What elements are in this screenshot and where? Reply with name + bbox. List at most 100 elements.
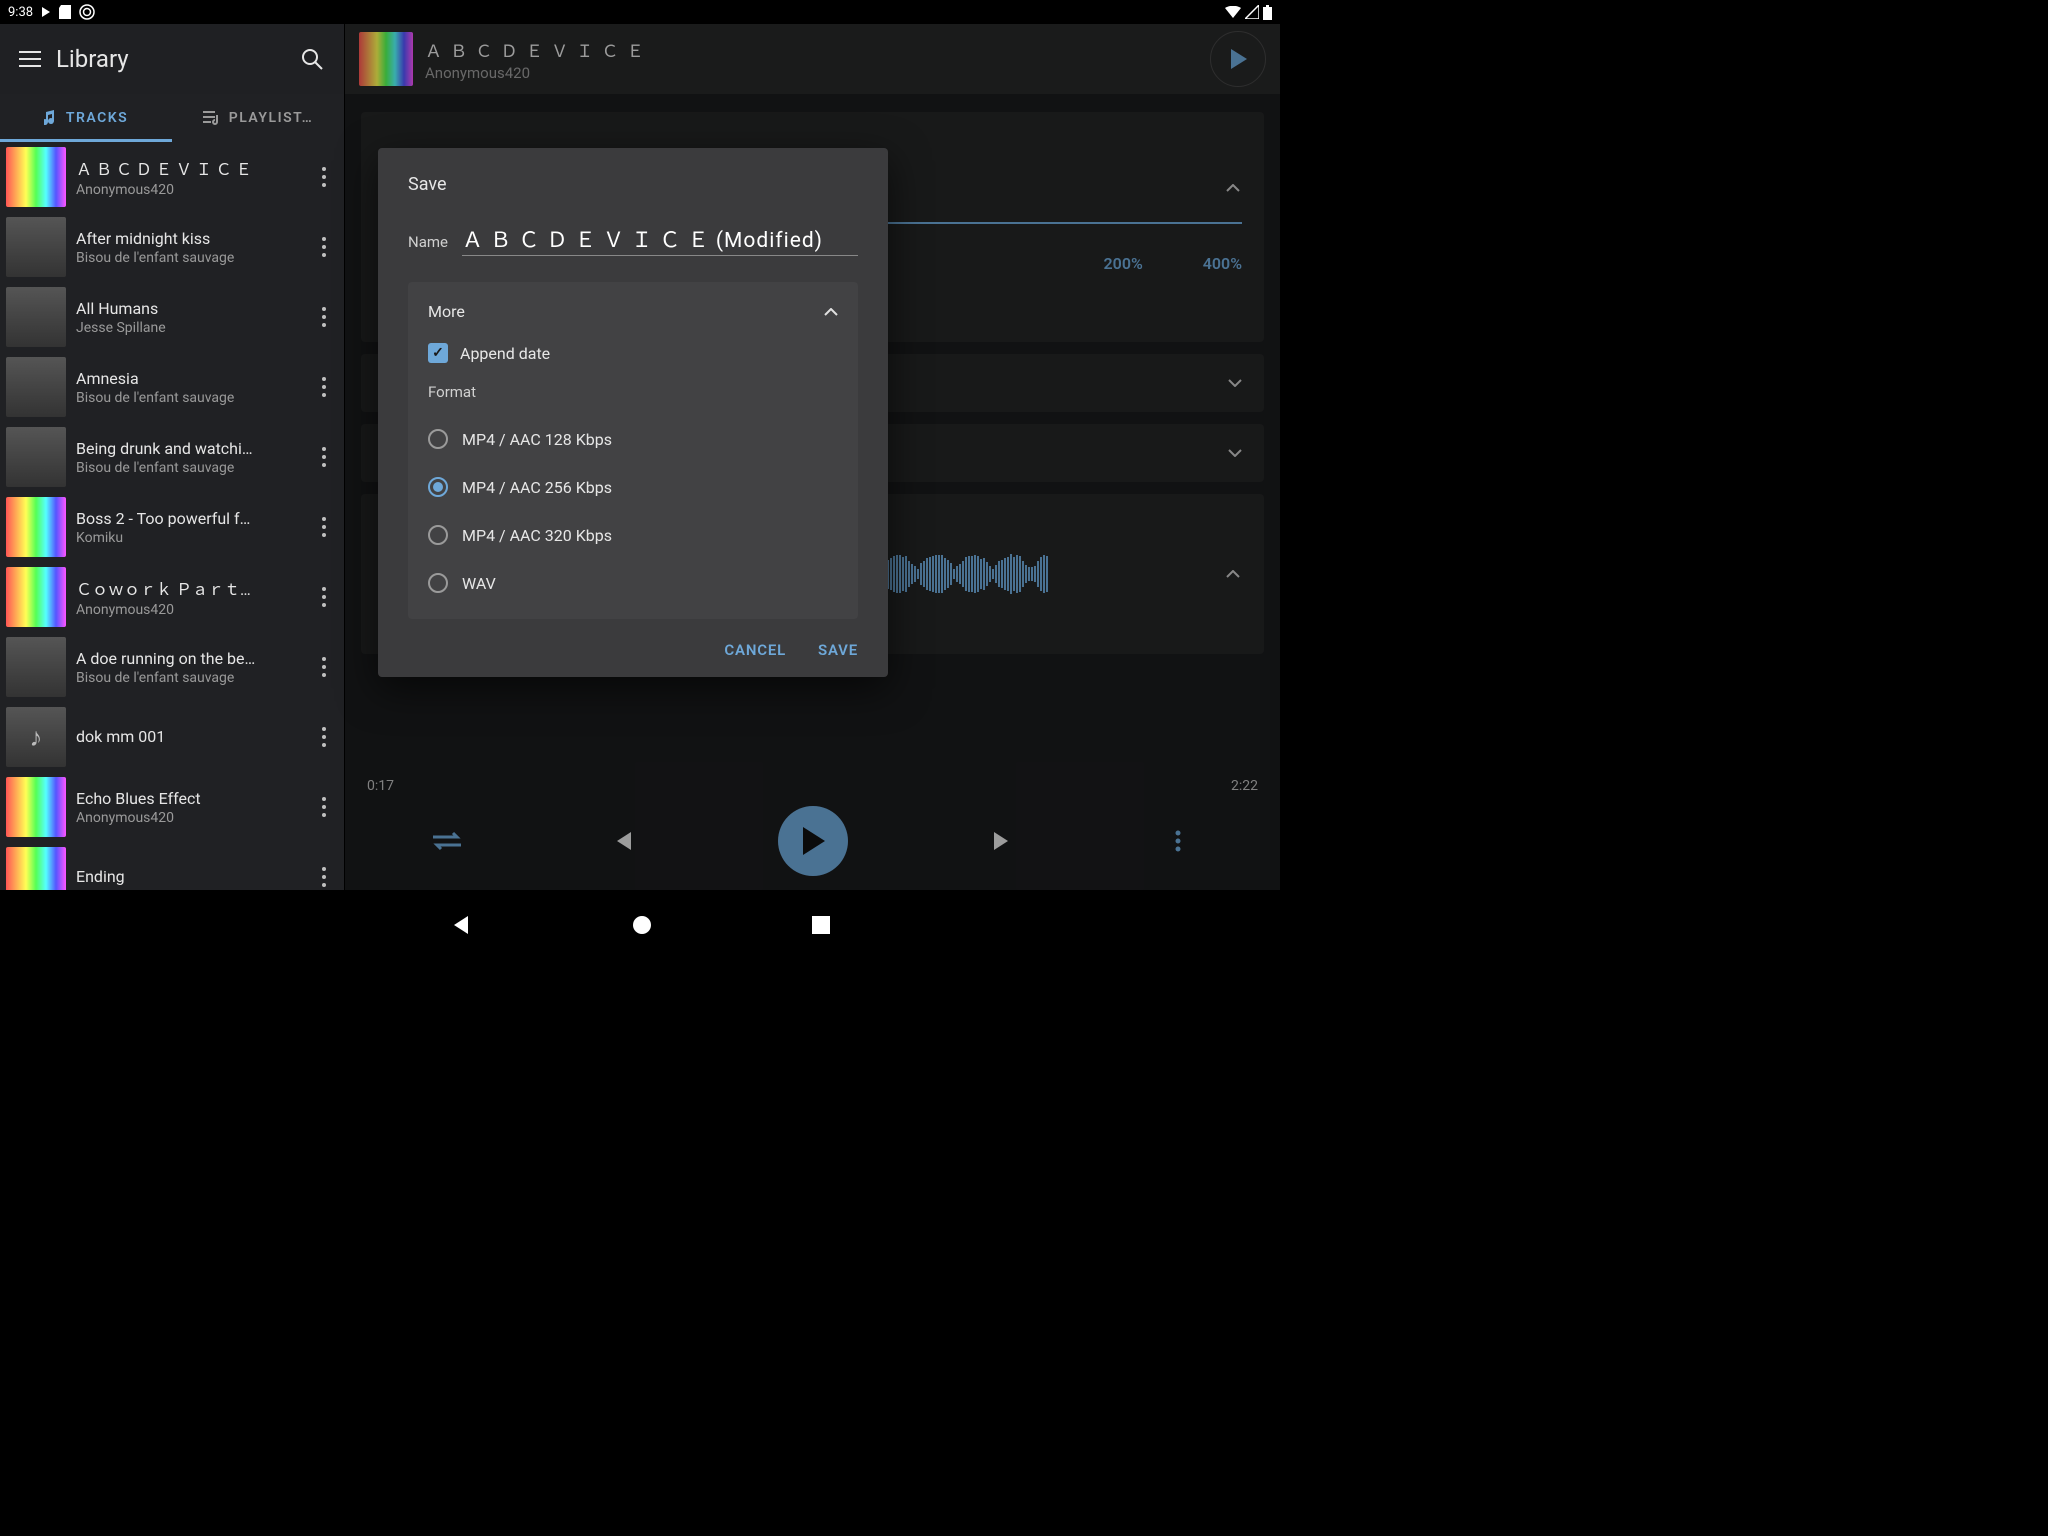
track-row[interactable]: A doe running on the be… Bisou de l'enfa… [0, 632, 344, 702]
sync-icon [79, 4, 95, 20]
track-menu-button[interactable] [308, 437, 340, 477]
now-playing-header[interactable]: Ａ Ｂ Ｃ Ｄ Ｅ Ｖ Ｉ Ｃ Ｅ Anonymous420 [345, 24, 1280, 94]
chevron-up-icon [1226, 570, 1240, 578]
track-art [6, 427, 66, 487]
track-menu-button[interactable] [308, 717, 340, 757]
track-menu-button[interactable] [308, 297, 340, 337]
format-option[interactable]: MP4 / AAC 256 Kbps [428, 463, 838, 511]
playlist-icon [203, 111, 221, 125]
track-menu-button[interactable] [308, 157, 340, 197]
play-icon [1229, 49, 1247, 69]
more-button[interactable] [1158, 821, 1198, 861]
tab-playlists[interactable]: PLAYLIST… [172, 94, 344, 142]
save-button[interactable]: SAVE [818, 641, 858, 659]
radio-icon [428, 525, 448, 545]
track-row[interactable]: All Humans Jesse Spillane [0, 282, 344, 352]
track-row[interactable]: Ａ Ｂ Ｃ Ｄ Ｅ Ｖ Ｉ Ｃ Ｅ Anonymous420 [0, 142, 344, 212]
radio-icon [428, 429, 448, 449]
track-title: Echo Blues Effect [76, 789, 308, 808]
track-row[interactable]: Amnesia Bisou de l'enfant sauvage [0, 352, 344, 422]
track-menu-button[interactable] [308, 507, 340, 547]
track-row[interactable]: ♪ dok mm 001 [0, 702, 344, 772]
track-artist: Bisou de l'enfant sauvage [76, 250, 308, 266]
more-toggle[interactable]: More [428, 302, 838, 321]
library-title: Library [56, 45, 129, 73]
time-total: 2:22 [1231, 778, 1258, 794]
tab-playlists-label: PLAYLIST… [229, 110, 314, 126]
status-bar: 9:38 [0, 0, 1280, 24]
more-label: More [428, 302, 465, 321]
track-menu-button[interactable] [308, 227, 340, 267]
track-menu-button[interactable] [308, 787, 340, 827]
track-artist: Jesse Spillane [76, 320, 308, 336]
track-list[interactable]: Ａ Ｂ Ｃ Ｄ Ｅ Ｖ Ｉ Ｃ Ｅ Anonymous420 After mid… [0, 142, 344, 890]
track-row[interactable]: Ｃｏｗｏｒｋ Ｐａｒｔ… Anonymous420 [0, 562, 344, 632]
play-icon [801, 827, 825, 855]
cellular-icon [1245, 5, 1259, 19]
sidebar: Library TRACKS PLAYLIST… Ａ Ｂ Ｃ Ｄ Ｅ Ｖ Ｉ Ｃ… [0, 24, 345, 890]
track-title: dok mm 001 [76, 727, 308, 746]
next-button[interactable] [983, 821, 1023, 861]
chevron-up-icon [824, 308, 838, 316]
track-art [6, 567, 66, 627]
track-row[interactable]: After midnight kiss Bisou de l'enfant sa… [0, 212, 344, 282]
now-playing-title: Ａ Ｂ Ｃ Ｄ Ｅ Ｖ Ｉ Ｃ Ｅ [425, 37, 646, 62]
track-art [6, 847, 66, 890]
search-button[interactable] [292, 39, 332, 79]
cancel-button[interactable]: CANCEL [724, 641, 786, 659]
track-art [6, 217, 66, 277]
transport-bar: 0:17 2:22 [345, 778, 1280, 890]
repeat-button[interactable] [427, 821, 467, 861]
speed-400[interactable]: 400% [1203, 254, 1242, 273]
back-button[interactable] [450, 914, 472, 936]
tab-tracks[interactable]: TRACKS [0, 94, 172, 142]
play-button[interactable] [778, 806, 848, 876]
track-menu-button[interactable] [308, 857, 340, 890]
track-row[interactable]: Ending [0, 842, 344, 890]
append-date-checkbox[interactable]: ✓ Append date [428, 343, 838, 363]
format-option[interactable]: MP4 / AAC 128 Kbps [428, 415, 838, 463]
previous-button[interactable] [602, 821, 642, 861]
skip-previous-icon [611, 830, 633, 852]
home-button[interactable] [632, 915, 652, 935]
play-icon [41, 7, 51, 17]
track-art: ♪ [6, 707, 66, 767]
sd-card-icon [59, 5, 71, 19]
format-option[interactable]: WAV [428, 559, 838, 607]
track-title: Amnesia [76, 369, 308, 388]
wifi-icon [1225, 6, 1241, 18]
format-label: MP4 / AAC 256 Kbps [462, 478, 612, 497]
track-menu-button[interactable] [308, 577, 340, 617]
mini-play-button[interactable] [1210, 31, 1266, 87]
track-row[interactable]: Echo Blues Effect Anonymous420 [0, 772, 344, 842]
home-icon [632, 915, 652, 935]
track-menu-button[interactable] [308, 367, 340, 407]
name-input[interactable] [462, 227, 858, 256]
format-label: WAV [462, 574, 496, 593]
track-row[interactable]: Boss 2 - Too powerful f… Komiku [0, 492, 344, 562]
track-menu-button[interactable] [308, 647, 340, 687]
track-art [6, 287, 66, 347]
track-row[interactable]: Being drunk and watchi… Bisou de l'enfan… [0, 422, 344, 492]
track-title: Ｃｏｗｏｒｋ Ｐａｒｔ… [76, 576, 308, 600]
tab-bar: TRACKS PLAYLIST… [0, 94, 344, 142]
format-label: MP4 / AAC 320 Kbps [462, 526, 612, 545]
format-label: Format [428, 383, 838, 401]
track-title: Being drunk and watchi… [76, 439, 308, 458]
skip-next-icon [992, 830, 1014, 852]
format-option[interactable]: MP4 / AAC 320 Kbps [428, 511, 838, 559]
save-dialog: Save Name More ✓ Append date Format MP4 … [378, 148, 888, 677]
append-date-label: Append date [460, 344, 550, 363]
track-title: A doe running on the be… [76, 649, 308, 668]
track-artist: Bisou de l'enfant sauvage [76, 670, 308, 686]
speed-200[interactable]: 200% [1104, 254, 1143, 273]
recents-icon [812, 916, 830, 934]
track-title: Ending [76, 867, 308, 886]
track-title: All Humans [76, 299, 308, 318]
recents-button[interactable] [812, 916, 830, 934]
tab-tracks-label: TRACKS [66, 110, 128, 126]
track-title: After midnight kiss [76, 229, 308, 248]
menu-button[interactable] [12, 41, 48, 77]
name-label: Name [408, 233, 448, 251]
track-title: Ａ Ｂ Ｃ Ｄ Ｅ Ｖ Ｉ Ｃ Ｅ [76, 156, 308, 180]
